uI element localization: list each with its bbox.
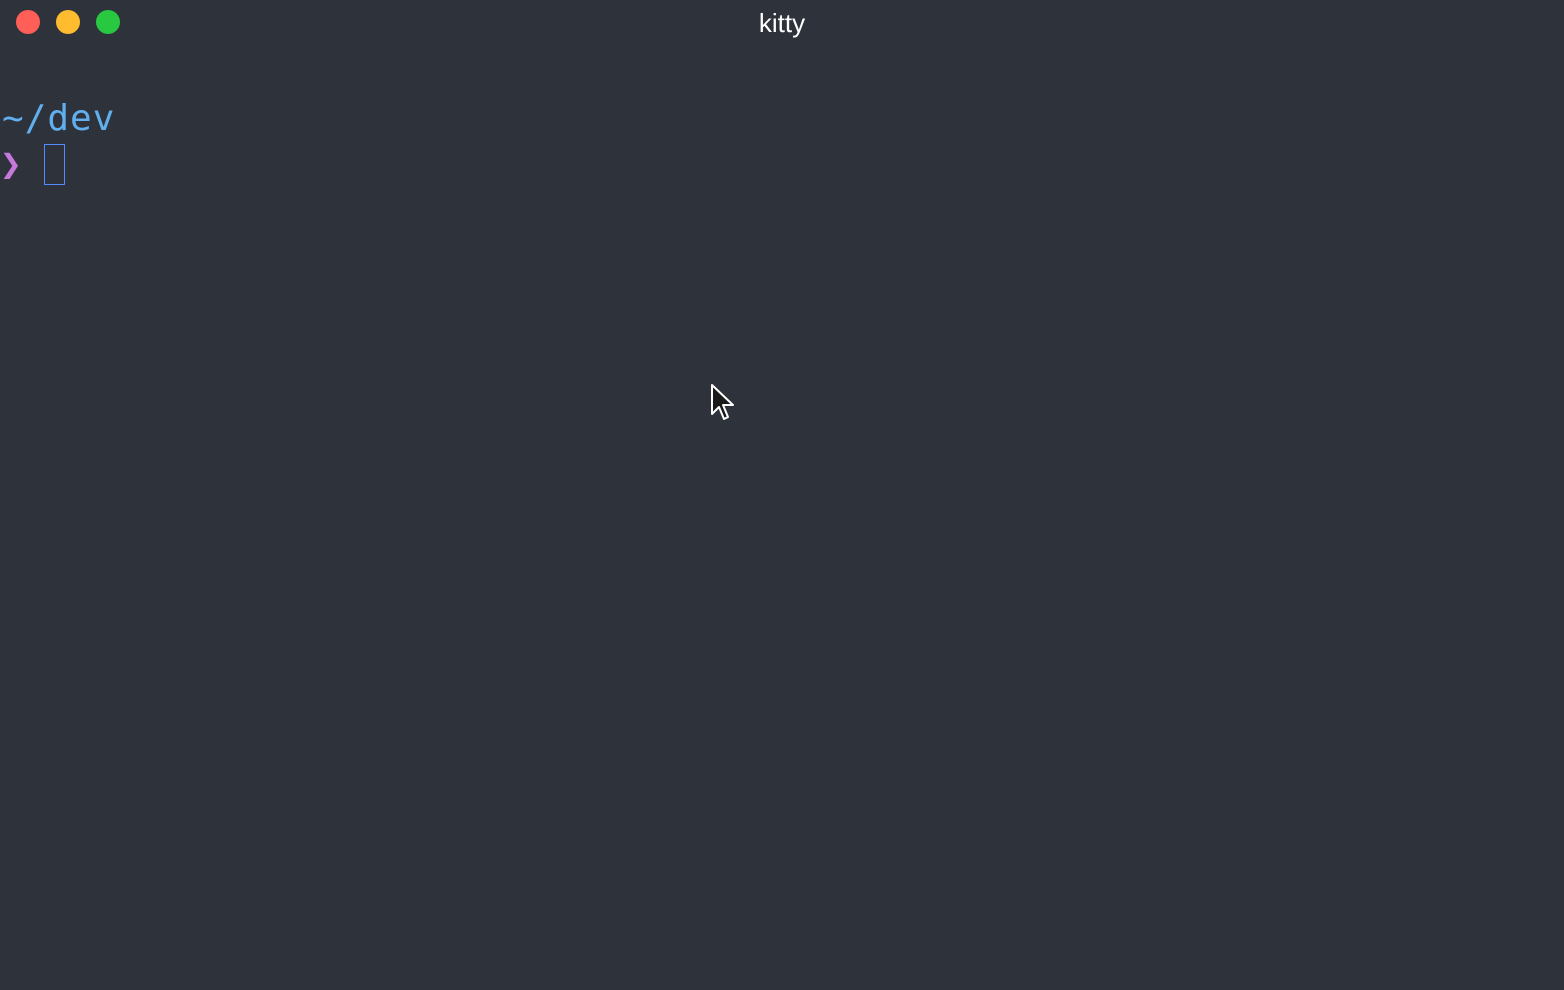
current-directory: ~/dev (2, 98, 116, 139)
prompt-symbol: ❯ (0, 144, 22, 185)
kitty-window: kitty ~/dev ❯ (0, 0, 1564, 990)
window-title: kitty (758, 8, 806, 38)
terminal-area[interactable]: ~/dev ❯ (0, 96, 1564, 990)
command-input-cursor[interactable] (44, 144, 65, 185)
title-bar[interactable]: kitty (0, 0, 1564, 44)
mouse-pointer-icon (711, 384, 734, 420)
